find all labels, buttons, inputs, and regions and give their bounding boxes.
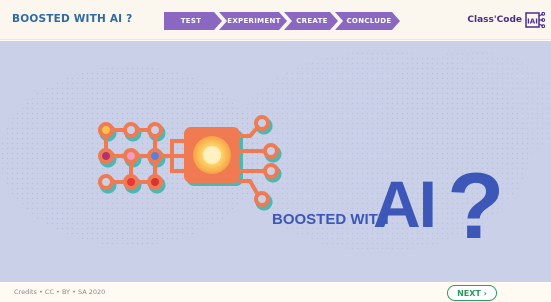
credits-text: Credits • CC • BY • SA 2020: [14, 288, 106, 296]
brand-name: Class'Code: [467, 15, 522, 25]
boosted-with-text: BOOSTED WITH: [272, 211, 389, 228]
step-create[interactable]: CREATE: [290, 12, 334, 30]
step-experiment[interactable]: EXPERIMENT: [224, 12, 284, 30]
app-title: BOOSTED WITH AI ?: [12, 13, 133, 25]
step-conclude[interactable]: CONCLUDE: [342, 12, 396, 30]
illustration-panel: BOOSTED WITH AI ?: [0, 41, 551, 282]
footer: Credits • CC • BY • SA 2020 NEXT ›: [0, 282, 551, 302]
ai-text: AI: [373, 167, 437, 241]
question-mark-text: ?: [447, 153, 505, 258]
step-test[interactable]: TEST: [164, 12, 218, 30]
next-button[interactable]: NEXT ›: [447, 285, 497, 301]
top-bar: BOOSTED WITH AI ? TEST EXPERIMENT CREATE…: [0, 0, 551, 40]
svg-text:IAI: IAI: [527, 18, 538, 26]
iai-logo-icon: IAI: [525, 11, 545, 29]
classcode-brand[interactable]: Class'Code IAI: [467, 10, 545, 30]
